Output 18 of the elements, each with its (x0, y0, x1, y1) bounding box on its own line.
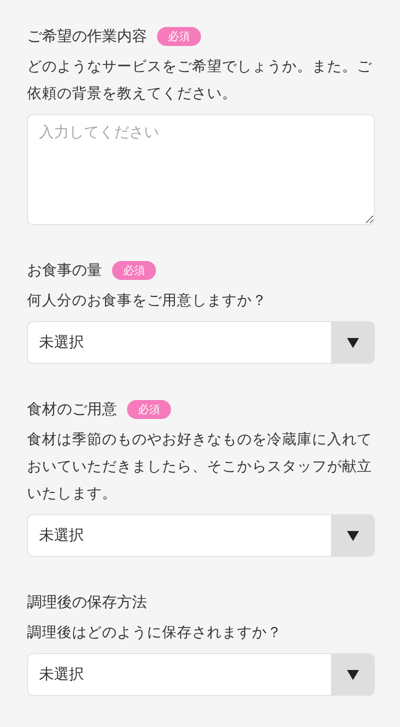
required-badge: 必須 (157, 26, 201, 46)
question-description: どのようなサービスをご希望でしょうか。また。ご依頼の背景を教えてください。 (27, 58, 373, 104)
required-badge: 必須 (127, 400, 171, 418)
text-area[interactable]: 入力してください (27, 114, 375, 225)
caret-icon (346, 670, 358, 680)
question-description: 食材は季節のものやお好きなものを冷蔵庫に入れておいていただきましたら、そこからスタッフが献立いたします。 (27, 430, 373, 504)
dropdown[interactable]: 未選択 (27, 321, 375, 364)
question-description: 何人分のお食事をご用意しますか？ (27, 292, 268, 311)
question-description: 調理後はどのように保存されますか？ (27, 624, 283, 643)
question-title: ご希望の作業内容 (27, 26, 147, 46)
question-title: お食事の量 (27, 260, 102, 280)
caret-icon (346, 338, 358, 348)
required-badge: 必須 (112, 260, 156, 280)
dropdown[interactable]: 未選択 (27, 514, 375, 557)
caret-icon (346, 530, 358, 540)
question-title: 調理後の保存方法 (27, 592, 147, 612)
question-title: 食材のご用意 (27, 400, 117, 418)
dropdown[interactable]: 未選択 (27, 653, 375, 696)
